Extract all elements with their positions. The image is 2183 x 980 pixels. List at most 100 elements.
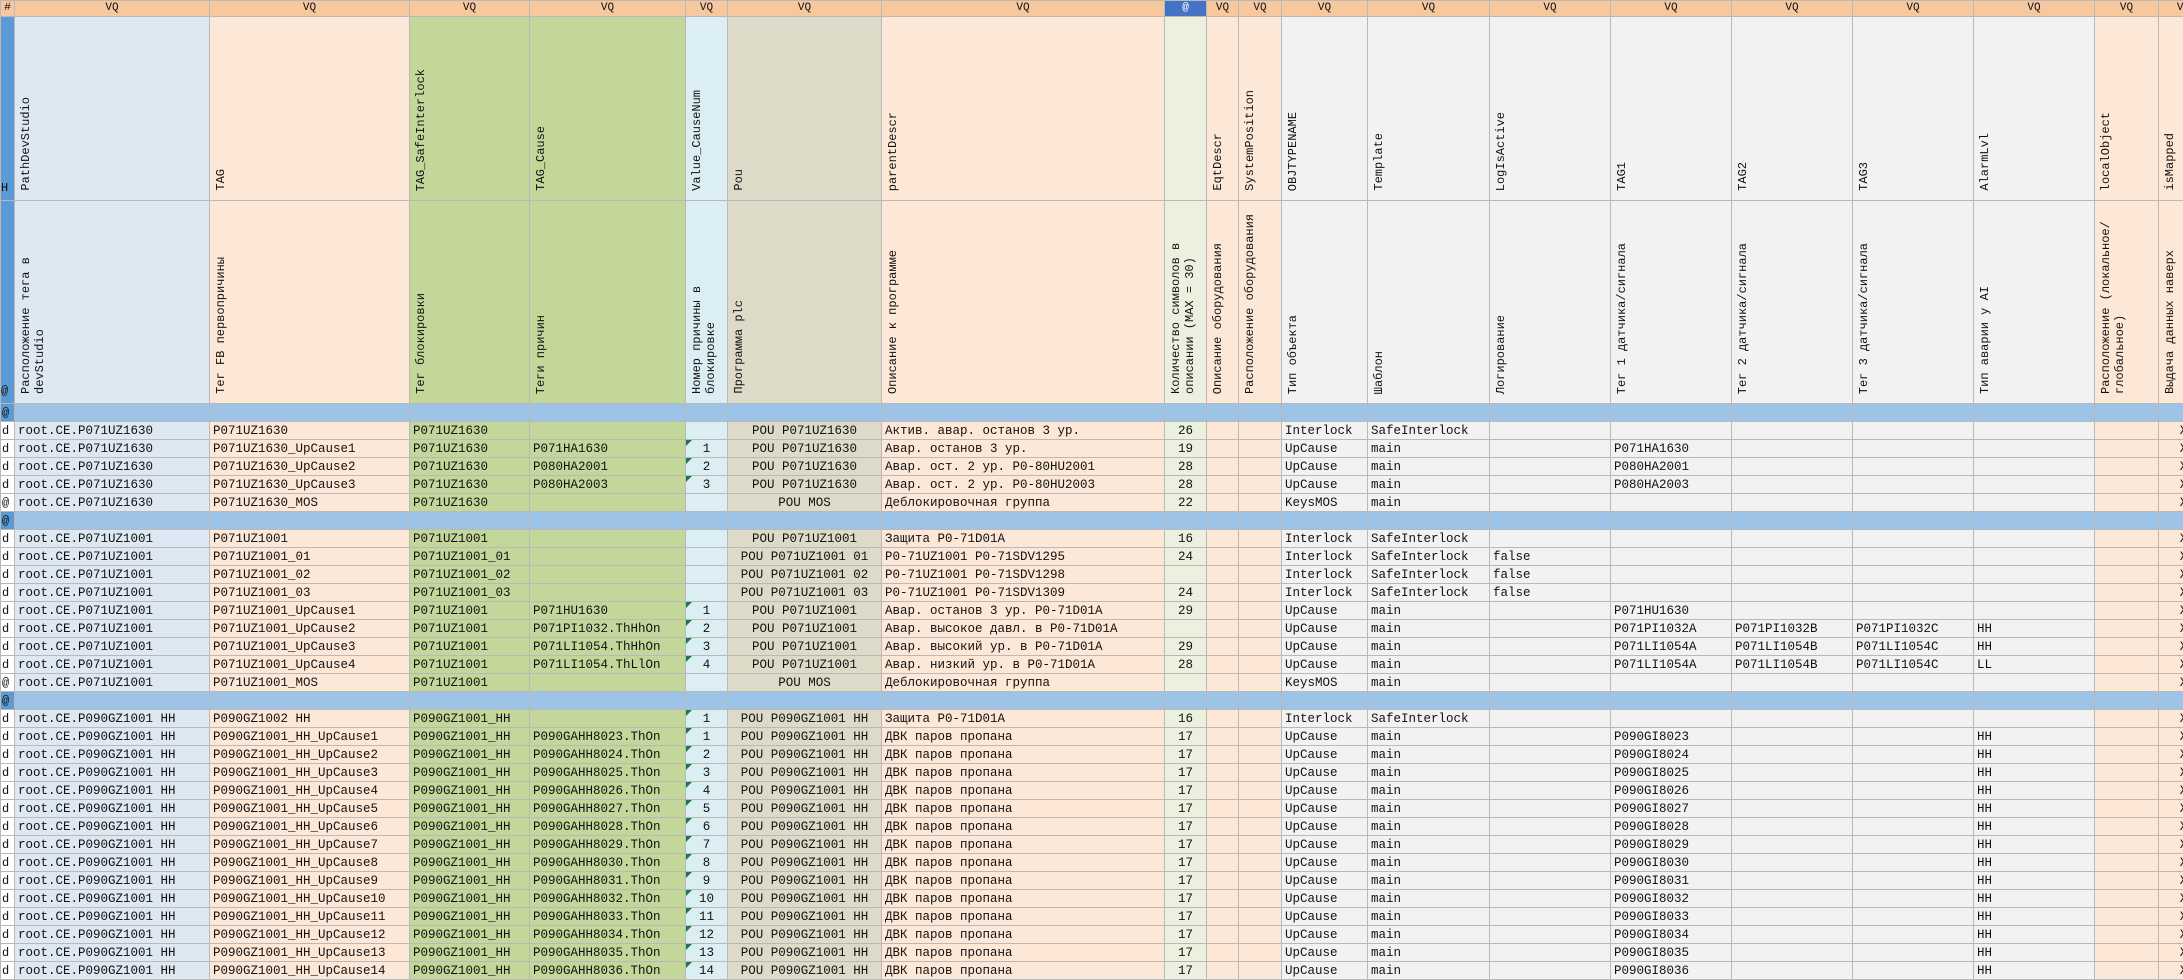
cell-char-count[interactable]: 24 xyxy=(1165,548,1207,566)
cell-tag2[interactable]: P071PI1032B xyxy=(1732,620,1853,638)
header-tag_safe[interactable]: TAG_SafeInterlock xyxy=(410,17,530,201)
cell-objtype[interactable]: UpCause xyxy=(1282,800,1368,818)
cell-eqt-descr[interactable] xyxy=(1207,944,1239,962)
cell-char-count[interactable]: 17 xyxy=(1165,836,1207,854)
cell-tag3[interactable] xyxy=(1853,800,1974,818)
cell-cause-num[interactable] xyxy=(686,494,728,512)
cell-pou[interactable]: POU P090GZ1001 HH xyxy=(728,908,882,926)
cell-template[interactable]: main xyxy=(1368,854,1490,872)
cell-local-obj[interactable] xyxy=(2095,764,2159,782)
cell-tag-safe[interactable]: P071UZ1001 xyxy=(410,530,530,548)
cell-sys-pos[interactable] xyxy=(1239,422,1282,440)
cell-tag-cause[interactable] xyxy=(530,566,686,584)
cell-tag-cause[interactable]: P090GAHH8023.ThOn xyxy=(530,728,686,746)
cell-tag3[interactable] xyxy=(1853,674,1974,692)
cell-tag3[interactable]: P071LI1054C xyxy=(1853,656,1974,674)
header-path[interactable]: PathDevStudio xyxy=(15,17,210,201)
cell-alarm[interactable] xyxy=(1974,584,2095,602)
cell-objtype[interactable]: UpCause xyxy=(1282,458,1368,476)
cell-parent-descr[interactable]: Авар. останов 3 ур. P0-71D01A xyxy=(882,602,1165,620)
cell-cause-num[interactable]: 3 xyxy=(686,638,728,656)
cell-tag2[interactable] xyxy=(1732,908,1853,926)
cell-tag[interactable]: P090GZ1001_HH_UpCause2 xyxy=(210,746,410,764)
cell-sys-pos[interactable] xyxy=(1239,476,1282,494)
cell-sys-pos[interactable] xyxy=(1239,584,1282,602)
cell-tag3[interactable] xyxy=(1853,458,1974,476)
cell-sys-pos[interactable] xyxy=(1239,566,1282,584)
cell-template[interactable]: main xyxy=(1368,908,1490,926)
header-tag3[interactable]: TAG3 xyxy=(1853,17,1974,201)
cell-tag[interactable]: P071UZ1001_02 xyxy=(210,566,410,584)
cell-is-mapped[interactable]: X xyxy=(2159,836,2183,854)
cell-cause-num[interactable] xyxy=(686,674,728,692)
cell-log-active[interactable] xyxy=(1490,602,1611,620)
cell-tag3[interactable] xyxy=(1853,530,1974,548)
table-row[interactable]: droot.CE.P090GZ1001 HHP090GZ1001_HH_UpCa… xyxy=(1,926,2183,944)
cell-alarm[interactable]: HH xyxy=(1974,782,2095,800)
cell-objtype[interactable]: UpCause xyxy=(1282,746,1368,764)
table-row[interactable]: droot.CE.P071UZ1001P071UZ1001_02P071UZ10… xyxy=(1,566,2183,584)
cell-local-obj[interactable] xyxy=(2095,422,2159,440)
cell-alarm[interactable]: HH xyxy=(1974,926,2095,944)
cell-parent-descr[interactable]: ДВК паров пропана xyxy=(882,962,1165,980)
cell-tag-cause[interactable]: P090GAHH8032.ThOn xyxy=(530,890,686,908)
cell-eqt-descr[interactable] xyxy=(1207,674,1239,692)
cell-char-count[interactable]: 17 xyxy=(1165,818,1207,836)
cell-tag3[interactable] xyxy=(1853,422,1974,440)
cell-tag3[interactable] xyxy=(1853,872,1974,890)
cell-path[interactable]: root.CE.P071UZ1001 xyxy=(15,548,210,566)
cell-local-obj[interactable] xyxy=(2095,710,2159,728)
cell-eqt-descr[interactable] xyxy=(1207,764,1239,782)
cell-tag1[interactable] xyxy=(1611,566,1732,584)
cell-path[interactable]: root.CE.P090GZ1001 HH xyxy=(15,710,210,728)
cell-tag[interactable]: P071UZ1001 xyxy=(210,530,410,548)
description-cause_num[interactable]: Номер причины в блокировке xyxy=(686,201,728,404)
cell-objtype[interactable]: Interlock xyxy=(1282,548,1368,566)
cell-tag2[interactable] xyxy=(1732,566,1853,584)
cell-parent-descr[interactable]: ДВК паров пропана xyxy=(882,944,1165,962)
cell-tag1[interactable]: P090GI8031 xyxy=(1611,872,1732,890)
cell-tag-safe[interactable]: P090GZ1001_HH xyxy=(410,746,530,764)
cell-tag-safe[interactable]: P071UZ1001_01 xyxy=(410,548,530,566)
cell-path[interactable]: root.CE.P090GZ1001 HH xyxy=(15,836,210,854)
cell-tag3[interactable] xyxy=(1853,728,1974,746)
cell-tag-cause[interactable]: P090GAHH8024.ThOn xyxy=(530,746,686,764)
cell-tag-cause[interactable]: P071LI1054.ThHhOn xyxy=(530,638,686,656)
cell-local-obj[interactable] xyxy=(2095,476,2159,494)
cell-eqt-descr[interactable] xyxy=(1207,800,1239,818)
cell-tag2[interactable] xyxy=(1732,962,1853,980)
cell-tag-safe[interactable]: P090GZ1001_HH xyxy=(410,800,530,818)
cell-template[interactable]: SafeInterlock xyxy=(1368,530,1490,548)
cell-pou[interactable]: POU P090GZ1001 HH xyxy=(728,800,882,818)
cell-tag-cause[interactable] xyxy=(530,584,686,602)
cell-tag1[interactable]: P090GI8024 xyxy=(1611,746,1732,764)
cell-template[interactable]: main xyxy=(1368,602,1490,620)
cell-tag1[interactable] xyxy=(1611,548,1732,566)
cell-tag2[interactable] xyxy=(1732,746,1853,764)
cell-local-obj[interactable] xyxy=(2095,818,2159,836)
cell-objtype[interactable]: UpCause xyxy=(1282,926,1368,944)
cell-is-mapped[interactable]: X xyxy=(2159,530,2183,548)
cell-tag[interactable]: P071UZ1001_01 xyxy=(210,548,410,566)
cell-tag2[interactable] xyxy=(1732,476,1853,494)
cell-tag1[interactable] xyxy=(1611,494,1732,512)
cell-local-obj[interactable] xyxy=(2095,620,2159,638)
description-path[interactable]: Расположение тега в devStudio xyxy=(15,201,210,404)
cell-alarm[interactable] xyxy=(1974,674,2095,692)
cell-tag3[interactable] xyxy=(1853,746,1974,764)
cell-eqt-descr[interactable] xyxy=(1207,620,1239,638)
table-row[interactable]: droot.CE.P071UZ1001P071UZ1001_UpCause3P0… xyxy=(1,638,2183,656)
cell-tag[interactable]: P071UZ1630_UpCause2 xyxy=(210,458,410,476)
cell-path[interactable]: root.CE.P090GZ1001 HH xyxy=(15,908,210,926)
cell-objtype[interactable]: UpCause xyxy=(1282,890,1368,908)
cell-cause-num[interactable]: 14 xyxy=(686,962,728,980)
cell-tag1[interactable]: P090GI8034 xyxy=(1611,926,1732,944)
cell-cause-num[interactable] xyxy=(686,422,728,440)
cell-cause-num[interactable]: 4 xyxy=(686,656,728,674)
cell-parent-descr[interactable]: Актив. авар. останов 3 ур. xyxy=(882,422,1165,440)
cell-eqt-descr[interactable] xyxy=(1207,584,1239,602)
cell-char-count[interactable]: 16 xyxy=(1165,710,1207,728)
cell-tag-safe[interactable]: P071UZ1001_02 xyxy=(410,566,530,584)
description-is_mapped[interactable]: Выдача данных наверх xyxy=(2159,201,2183,404)
cell-tag2[interactable]: P071LI1054B xyxy=(1732,656,1853,674)
